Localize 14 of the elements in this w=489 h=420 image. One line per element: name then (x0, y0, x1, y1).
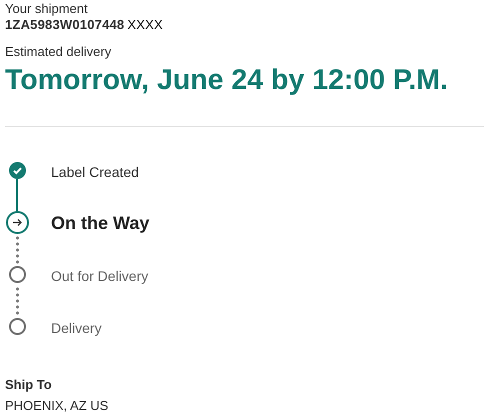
delivery-label: Estimated delivery (5, 44, 112, 60)
ship-to-address: PHOENIX, AZ US (5, 397, 110, 415)
tracking-number: 1ZA5983W0107448 (5, 17, 124, 33)
tracking-suffix: XXXX (127, 17, 163, 33)
section-label: Your shipment (5, 1, 89, 17)
step-label: On the Way (51, 213, 150, 233)
step-label: Out for Delivery (51, 268, 148, 284)
ship-to-label: Ship To (5, 376, 53, 394)
connector-line (16, 179, 18, 212)
delivery-date: Tomorrow, June 24 by 12:00 P.M. (5, 63, 449, 98)
step-label: Delivery (51, 320, 102, 336)
connector-line (16, 286, 18, 316)
connector-line (16, 235, 18, 264)
step-label: Label Created (51, 164, 139, 180)
